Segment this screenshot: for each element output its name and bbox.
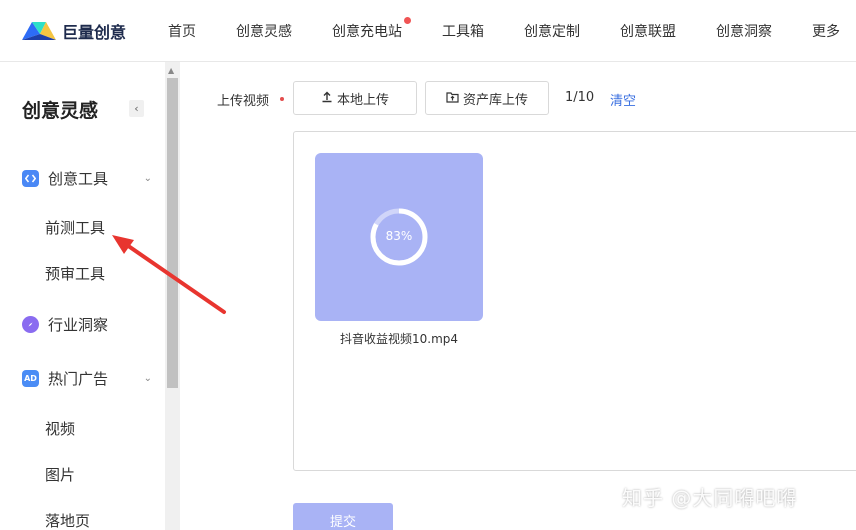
scroll-up-icon[interactable]: ▲ bbox=[168, 66, 174, 75]
button-label: 本地上传 bbox=[336, 92, 389, 108]
sidebar-item-prereview-tool[interactable]: 预审工具 bbox=[45, 263, 105, 284]
sidebar-group-label: 创意工具 bbox=[48, 170, 109, 188]
asset-library-upload-button[interactable]: 资产库上传 bbox=[425, 81, 549, 115]
sidebar-group-industry-insight[interactable]: 行业洞察 bbox=[22, 314, 152, 335]
code-brackets-icon bbox=[22, 170, 39, 187]
nav-item-toolbox[interactable]: 工具箱 bbox=[442, 21, 484, 41]
sidebar-group-label: 行业洞察 bbox=[48, 316, 109, 334]
brand-name: 巨量创意 bbox=[62, 22, 127, 42]
sidebar-item-landing-page[interactable]: 落地页 bbox=[45, 510, 90, 530]
nav-item-charging-station[interactable]: 创意充电站 bbox=[332, 16, 411, 41]
sidebar-group-label: 热门广告 bbox=[48, 370, 109, 388]
nav-item-insight[interactable]: 创意洞察 bbox=[716, 21, 772, 41]
upload-progress-text: 83% bbox=[385, 229, 413, 243]
nav-label: 创意充电站 bbox=[332, 23, 402, 40]
required-marker bbox=[280, 97, 284, 101]
nav-item-alliance[interactable]: 创意联盟 bbox=[620, 21, 676, 41]
nav-item-home[interactable]: 首页 bbox=[168, 21, 196, 41]
scrollbar-thumb[interactable] bbox=[167, 78, 178, 388]
submit-button[interactable]: 提交 bbox=[293, 503, 393, 530]
upload-count: 1/10 bbox=[565, 90, 595, 105]
sidebar-item-video[interactable]: 视频 bbox=[45, 418, 75, 439]
sidebar-group-hot-ads[interactable]: AD 热门广告 ⌄ bbox=[22, 368, 152, 389]
chevron-down-icon: ⌄ bbox=[143, 373, 152, 384]
nav-label: 创意灵感 bbox=[236, 23, 292, 40]
nav-label: 工具箱 bbox=[442, 23, 484, 40]
notification-dot bbox=[404, 16, 411, 24]
nav-label: 创意洞察 bbox=[716, 23, 772, 40]
sidebar-item-pretest-tool[interactable]: 前测工具 bbox=[45, 217, 105, 238]
button-label: 资产库上传 bbox=[462, 92, 528, 108]
uploaded-file-name: 抖音收益视频10.mp4 bbox=[339, 332, 459, 346]
ad-icon: AD bbox=[22, 370, 39, 387]
brand-logo-icon bbox=[22, 21, 56, 40]
main-content: 上传视频 本地上传 资产库上传 1/10 清空 83% 抖音收益视频10.mp4… bbox=[180, 62, 856, 530]
sidebar-title: 创意灵感 bbox=[22, 100, 99, 122]
nav-item-inspiration[interactable]: 创意灵感 bbox=[236, 21, 292, 41]
watermark: 知乎 @大同嘚吧嘚 bbox=[622, 486, 798, 510]
sidebar-scrollbar[interactable]: ▲ bbox=[165, 62, 180, 530]
folder-upload-icon bbox=[446, 91, 459, 106]
top-navbar: 巨量创意 首页 创意灵感 创意充电站 工具箱 创意定制 创意联盟 创意洞察 更多 bbox=[0, 0, 856, 62]
local-upload-button[interactable]: 本地上传 bbox=[293, 81, 417, 115]
nav-label: 创意联盟 bbox=[620, 23, 676, 40]
sidebar-item-image[interactable]: 图片 bbox=[45, 464, 75, 485]
main-nav: 首页 创意灵感 创意充电站 工具箱 创意定制 创意联盟 创意洞察 更多 bbox=[168, 16, 840, 41]
nav-label: 创意定制 bbox=[524, 23, 580, 40]
sidebar: 创意灵感 ‹ 创意工具 ⌄ 前测工具 预审工具 行业洞察 AD 热门广告 ⌄ 视… bbox=[0, 62, 165, 530]
clear-link[interactable]: 清空 bbox=[610, 90, 636, 109]
nav-label: 更多 bbox=[812, 23, 840, 40]
sidebar-group-creative-tools[interactable]: 创意工具 ⌄ bbox=[22, 168, 152, 189]
compass-icon bbox=[22, 316, 39, 333]
sidebar-collapse-button[interactable]: ‹ bbox=[129, 100, 144, 117]
upload-video-label: 上传视频 bbox=[217, 94, 270, 109]
brand-logo[interactable]: 巨量创意 bbox=[20, 19, 140, 43]
nav-item-more[interactable]: 更多 bbox=[812, 21, 840, 41]
nav-label: 首页 bbox=[168, 23, 196, 40]
nav-item-custom[interactable]: 创意定制 bbox=[524, 21, 580, 41]
chevron-down-icon: ⌄ bbox=[143, 173, 152, 184]
upload-icon bbox=[321, 91, 333, 106]
